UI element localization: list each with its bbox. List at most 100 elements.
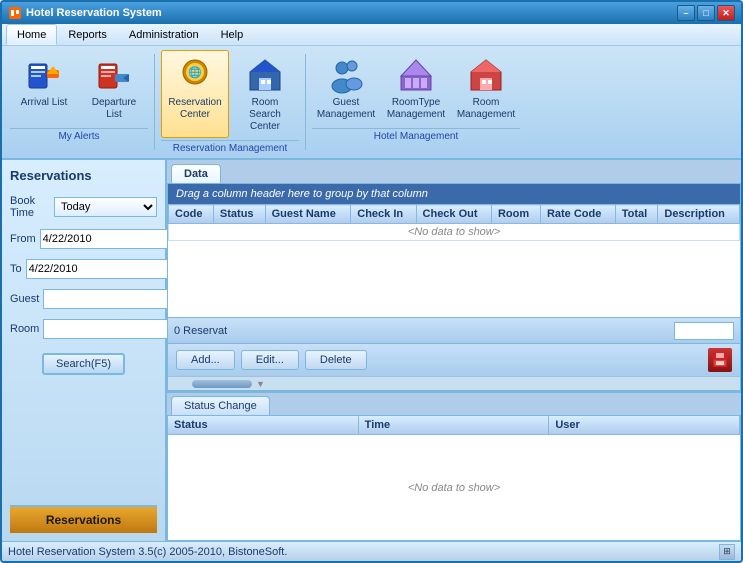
tab-bar: Data: [167, 160, 741, 183]
menu-help[interactable]: Help: [210, 24, 255, 45]
room-management-button[interactable]: Room Management: [452, 50, 520, 126]
guest-label: Guest: [10, 293, 39, 305]
status-col-user: User: [549, 416, 740, 434]
status-text: Hotel Reservation System 3.5(c) 2005-201…: [8, 546, 287, 558]
reservation-center-label: Reservation Center: [168, 97, 222, 121]
no-data-row: <No data to show>: [169, 224, 740, 241]
col-description: Description: [658, 205, 740, 224]
status-bar: Hotel Reservation System 3.5(c) 2005-201…: [2, 541, 741, 561]
data-footer: 0 Reservat: [168, 317, 740, 343]
search-button[interactable]: Search(F5): [42, 353, 125, 375]
footer-input[interactable]: [674, 322, 734, 340]
bottom-nav[interactable]: Reservations: [10, 505, 157, 533]
col-check-in: Check In: [351, 205, 416, 224]
action-bar: Add... Edit... Delete: [168, 343, 740, 376]
roomtype-icon: [396, 55, 436, 95]
guest-management-label: Guest Management: [317, 97, 375, 121]
status-col-status: Status: [168, 416, 359, 434]
delete-button[interactable]: Delete: [305, 350, 367, 370]
panel-title: Reservations: [10, 168, 157, 183]
hotel-group-label: Hotel Management: [312, 128, 520, 142]
book-time-label: Book Time: [10, 195, 50, 219]
save-button[interactable]: [708, 348, 732, 372]
title-bar: Hotel Reservation System – □ ✕: [2, 2, 741, 24]
guest-management-icon: [326, 55, 366, 95]
room-row: Room: [10, 319, 157, 339]
departure-icon: [94, 55, 134, 95]
window-controls: – □ ✕: [677, 5, 735, 21]
left-panel: Reservations Book Time Today This Week T…: [2, 160, 167, 541]
reservation-count: 0 Reservat: [174, 325, 227, 337]
guest-row: Guest: [10, 289, 157, 309]
minimize-button[interactable]: –: [677, 5, 695, 21]
from-date-input[interactable]: [41, 230, 187, 248]
arrival-list-label: Arrival List: [21, 97, 68, 109]
col-total: Total: [615, 205, 658, 224]
room-management-icon: [466, 55, 506, 95]
roomtype-management-button[interactable]: RoomType Management: [382, 50, 450, 126]
maximize-button[interactable]: □: [697, 5, 715, 21]
status-bar-icon: ⊞: [719, 544, 735, 560]
reservation-center-button[interactable]: 🌐 Reservation Center: [161, 50, 229, 138]
col-check-out: Check Out: [416, 205, 491, 224]
arrival-icon: [24, 55, 64, 95]
window-title: Hotel Reservation System: [26, 7, 162, 19]
room-management-label: Room Management: [457, 97, 515, 121]
col-room: Room: [491, 205, 540, 224]
svg-text:🌐: 🌐: [188, 66, 202, 79]
status-tab-bar: Status Change: [167, 393, 741, 415]
room-search-label: Room Search Center: [238, 97, 292, 133]
toolbar-group-hotel: Guest Management RoomType Management: [312, 50, 520, 142]
toolbar-group-reservation: 🌐 Reservation Center: [161, 50, 299, 154]
alerts-group-label: My Alerts: [10, 128, 148, 142]
app-icon: [8, 6, 22, 20]
data-tab[interactable]: Data: [171, 164, 221, 183]
roomtype-label: RoomType Management: [387, 97, 445, 121]
room-search-center-button[interactable]: Room Search Center: [231, 50, 299, 138]
book-time-select[interactable]: Today This Week This Month Custom: [54, 197, 157, 217]
reservation-center-icon: 🌐: [175, 55, 215, 95]
book-time-row: Book Time Today This Week This Month Cus…: [10, 195, 157, 219]
reservation-group-label: Reservation Management: [161, 140, 299, 154]
departure-list-label: Departure List: [87, 97, 141, 121]
from-row: From ▼: [10, 229, 157, 249]
room-search-icon: [245, 55, 285, 95]
status-grid-header: Status Time User: [168, 416, 740, 435]
edit-button[interactable]: Edit...: [241, 350, 299, 370]
guest-management-button[interactable]: Guest Management: [312, 50, 380, 126]
toolbar: Arrival List Departure List: [2, 46, 741, 160]
to-date-input[interactable]: [27, 260, 173, 278]
grid-drag-info: Drag a column header here to group by th…: [168, 184, 740, 204]
departure-list-button[interactable]: Departure List: [80, 50, 148, 126]
menu-administration[interactable]: Administration: [118, 24, 210, 45]
scroll-bar[interactable]: ▼: [168, 376, 740, 390]
status-col-time: Time: [359, 416, 550, 434]
reservations-table: Code Status Guest Name Check In Check Ou…: [168, 204, 740, 241]
status-no-data: <No data to show>: [168, 435, 740, 540]
arrival-list-button[interactable]: Arrival List: [10, 50, 78, 126]
col-code: Code: [169, 205, 214, 224]
bottom-nav-label: Reservations: [46, 513, 121, 527]
grid-container[interactable]: Code Status Guest Name Check In Check Ou…: [168, 204, 740, 317]
toolbar-group-alerts: Arrival List Departure List: [10, 50, 148, 142]
status-section: Status Change Status Time User <No data …: [167, 391, 741, 541]
menu-home[interactable]: Home: [6, 24, 57, 45]
scroll-thumb[interactable]: [192, 380, 252, 388]
to-date-wrap: ▼: [26, 259, 190, 279]
menu-bar: Home Reports Administration Help: [2, 24, 741, 46]
window: Hotel Reservation System – □ ✕ Home Repo…: [0, 0, 743, 563]
room-label: Room: [10, 323, 39, 335]
from-label: From: [10, 233, 36, 245]
main-area: Reservations Book Time Today This Week T…: [2, 160, 741, 541]
status-change-tab[interactable]: Status Change: [171, 396, 270, 415]
right-panel: Data Drag a column header here to group …: [167, 160, 741, 541]
add-button[interactable]: Add...: [176, 350, 235, 370]
close-button[interactable]: ✕: [717, 5, 735, 21]
to-label: To: [10, 263, 22, 275]
col-guest-name: Guest Name: [265, 205, 351, 224]
col-status: Status: [213, 205, 265, 224]
to-row: To ▼: [10, 259, 157, 279]
col-rate-code: Rate Code: [540, 205, 615, 224]
menu-reports[interactable]: Reports: [57, 24, 118, 45]
data-area: Drag a column header here to group by th…: [167, 183, 741, 391]
